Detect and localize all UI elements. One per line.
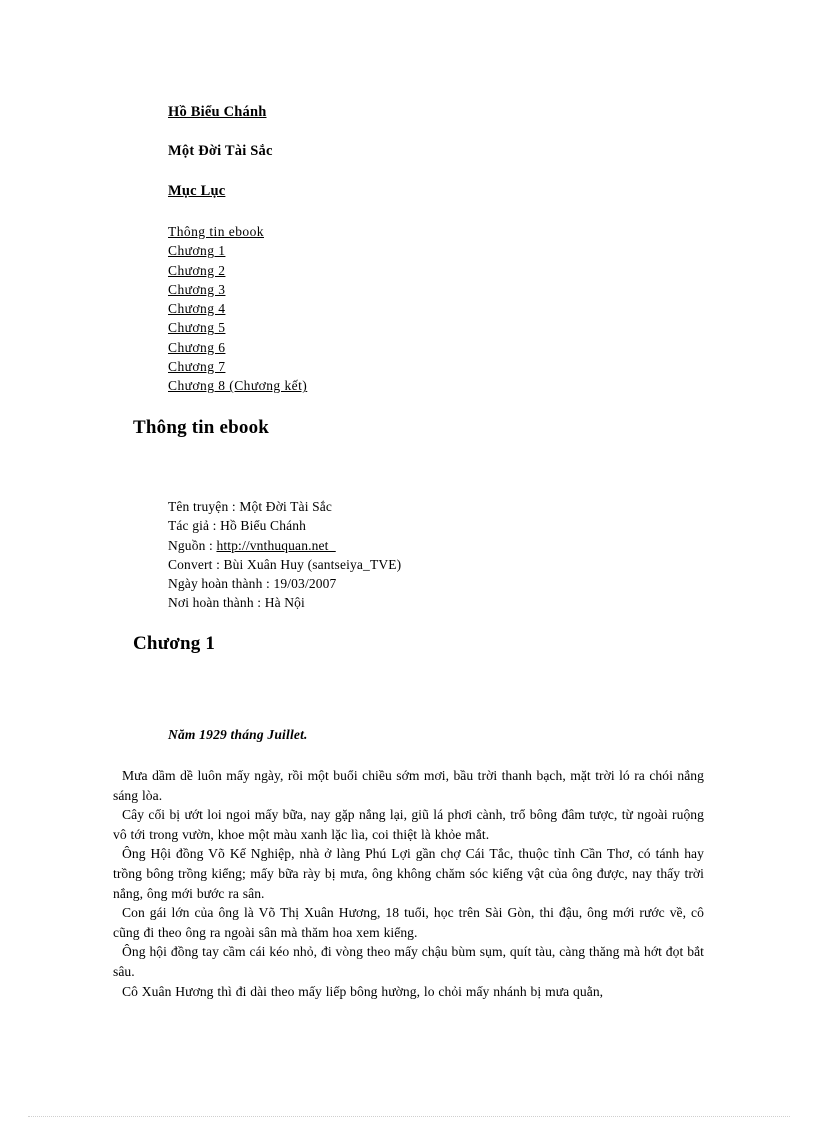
toc-link-thong-tin-ebook[interactable]: Thông tin ebook xyxy=(168,224,264,239)
toc-link-chuong-7[interactable]: Chương 7 xyxy=(168,359,225,374)
meta-label: Nơi hoàn thành : xyxy=(168,595,265,611)
meta-label: Ngày hoàn thành : xyxy=(168,576,274,592)
meta-row-ten-truyen: Tên truyện : Một Đời Tài Sắc xyxy=(168,497,598,516)
list-item: Chương 7 xyxy=(168,357,588,376)
list-item: Chương 3 xyxy=(168,280,588,299)
toc-link-chuong-4[interactable]: Chương 4 xyxy=(168,301,225,316)
body-paragraph: Cây cối bị ướt loi ngoi mấy bữa, nay gặp… xyxy=(113,807,704,842)
meta-row-tac-gia: Tác giả : Hồ Biểu Chánh xyxy=(168,516,598,535)
list-item: Chương 1 xyxy=(168,241,588,260)
body-paragraph: Ông hội đồng tay cầm cái kéo nhỏ, đi vòn… xyxy=(113,944,704,979)
list-item: Chương 2 xyxy=(168,261,588,280)
ebook-info-heading: Thông tin ebook xyxy=(133,417,270,438)
list-item: Chương 5 xyxy=(168,318,588,337)
toc-link-chuong-6[interactable]: Chương 6 xyxy=(168,340,225,355)
author-name: Hồ Biểu Chánh xyxy=(168,104,267,120)
book-title: Một Đời Tài Sắc xyxy=(168,143,273,159)
toc-link-chuong-8[interactable]: Chương 8 (Chương kết) xyxy=(168,378,307,393)
meta-value: Một Đời Tài Sắc xyxy=(239,499,333,514)
meta-row-ngay-hoan-thanh: Ngày hoàn thành : 19/03/2007 xyxy=(168,574,598,593)
toc-link-chuong-2[interactable]: Chương 2 xyxy=(168,263,225,278)
list-item: Chương 8 (Chương kết) xyxy=(168,376,588,395)
body-paragraph: Con gái lớn của ông là Võ Thị Xuân Hương… xyxy=(113,905,704,940)
meta-row-nguon: Nguồn : http://vnthuquan.net xyxy=(168,536,598,555)
meta-value: 19/03/2007 xyxy=(273,576,337,592)
meta-value: Bùi Xuân Huy (santseiya_TVE) xyxy=(223,556,402,572)
meta-value: Hồ Biểu Chánh xyxy=(220,518,307,534)
chapter-heading: Chương 1 xyxy=(133,633,216,654)
toc-link-chuong-1[interactable]: Chương 1 xyxy=(168,243,225,258)
list-item: Thông tin ebook xyxy=(168,222,588,241)
body-paragraph: Mưa dầm dề luôn mấy ngày, rồi một buổi c… xyxy=(113,768,704,803)
document-page: Hồ Biểu Chánh Một Đời Tài Sắc Mục Lục Th… xyxy=(0,0,816,1123)
meta-label: Tác giả : xyxy=(168,518,221,534)
meta-label: Convert : xyxy=(168,556,224,572)
chapter-date-line: Năm 1929 tháng Juillet. xyxy=(168,727,308,742)
meta-row-convert: Convert : Bùi Xuân Huy (santseiya_TVE) xyxy=(168,555,598,574)
chapter-body: Mưa dầm dề luôn mấy ngày, rồi một buổi c… xyxy=(113,766,704,1001)
meta-label: Nguồn : xyxy=(168,537,217,553)
table-of-contents-title: Mục Lục xyxy=(168,183,226,199)
list-item: Chương 6 xyxy=(168,338,588,357)
toc-link-chuong-5[interactable]: Chương 5 xyxy=(168,320,225,335)
table-of-contents-list: Thông tin ebook Chương 1 Chương 2 Chương… xyxy=(168,222,588,396)
ebook-info-block: Tên truyện : Một Đời Tài Sắc Tác giả : H… xyxy=(168,497,598,613)
toc-link-chuong-3[interactable]: Chương 3 xyxy=(168,282,225,297)
body-paragraph: Ông Hội đồng Võ Kế Nghiệp, nhà ở làng Ph… xyxy=(113,846,704,901)
body-paragraph: Cô Xuân Hương thì đi dài theo mấy liếp b… xyxy=(122,983,604,999)
meta-value: Hà Nội xyxy=(264,595,305,611)
meta-row-noi-hoan-thanh: Nơi hoàn thành : Hà Nội xyxy=(168,593,598,612)
source-url-link[interactable]: http://vnthuquan.net xyxy=(216,538,335,553)
meta-label: Tên truyện : xyxy=(168,499,240,514)
page-footer-divider xyxy=(28,1116,790,1118)
list-item: Chương 4 xyxy=(168,299,588,318)
